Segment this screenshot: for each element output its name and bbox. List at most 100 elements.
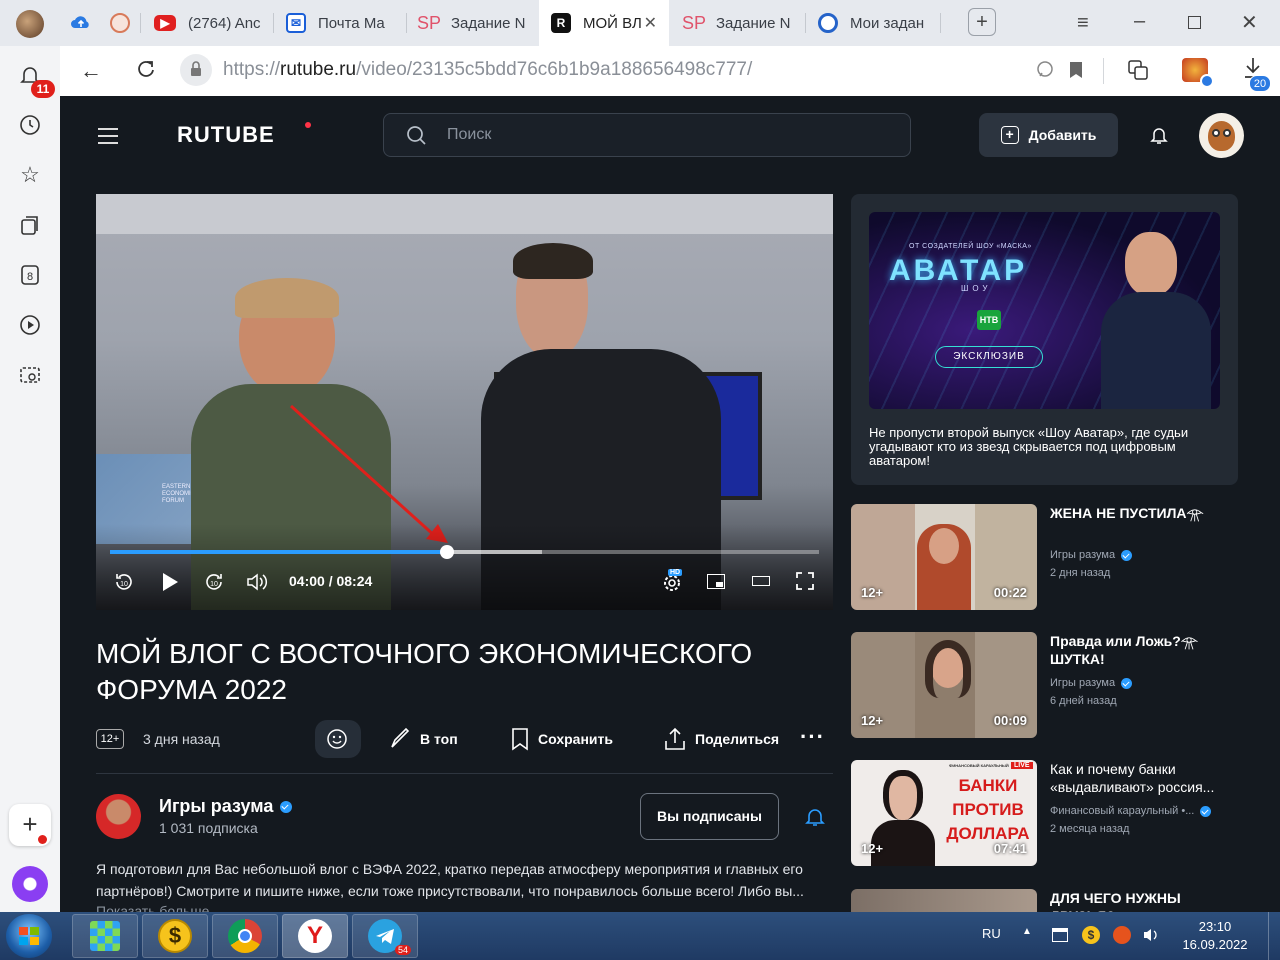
alice-assistant-icon[interactable] xyxy=(12,866,48,902)
channel-label[interactable]: Финансовый караульный •... xyxy=(1050,805,1212,817)
more-options-icon[interactable]: ··· xyxy=(800,724,825,750)
divider xyxy=(1103,58,1104,84)
taskbar-chrome[interactable] xyxy=(212,914,278,958)
verified-badge-icon xyxy=(1200,805,1212,817)
comments-icon[interactable] xyxy=(1035,60,1055,85)
translate-icon[interactable] xyxy=(1126,58,1150,87)
reaction-button[interactable] xyxy=(315,720,361,758)
restore-icon[interactable] xyxy=(1188,16,1201,29)
video-thumbnail[interactable]: 12+ 00:09 xyxy=(851,632,1037,738)
suggested-video[interactable]: 12+ 00:22 ЖЕНА НЕ ПУСТИЛА𓁿 Игры разума 2… xyxy=(851,504,1241,610)
antivirus-icon[interactable] xyxy=(1113,926,1131,944)
video-thumbnail[interactable]: 12+ 00:22 xyxy=(851,504,1037,610)
show-more-link[interactable]: Показать больше xyxy=(96,903,209,912)
add-video-button[interactable]: + Добавить xyxy=(979,113,1118,157)
history-icon[interactable] xyxy=(17,112,43,138)
save-button[interactable]: Сохранить xyxy=(510,725,613,753)
forward-10-icon[interactable]: 10 xyxy=(204,572,224,597)
zen-icon[interactable]: 8 xyxy=(17,262,43,288)
lock-icon[interactable] xyxy=(180,54,212,86)
search-box[interactable]: Поиск xyxy=(383,113,911,157)
tab-youtube[interactable]: ▶ (2764) Anc xyxy=(142,0,272,46)
promo-banner[interactable]: ОТ СОЗДАТЕЛЕЙ ШОУ «МАСКА» АВАТАР ШОУ НТВ… xyxy=(869,212,1220,409)
downloads-badge: 20 xyxy=(1249,75,1271,92)
clock[interactable]: 23:10 16.09.2022 xyxy=(1170,918,1260,954)
url-field[interactable]: https://rutube.ru/video/23135c5bdd76c6b1… xyxy=(223,59,752,81)
subscribed-button[interactable]: Вы подписаны xyxy=(640,793,779,840)
pinned-tab-icon[interactable] xyxy=(110,13,130,33)
show-desktop-button[interactable] xyxy=(1268,912,1280,960)
new-tab-button[interactable]: + xyxy=(968,8,996,36)
settings-gear-icon[interactable] xyxy=(661,572,683,599)
menu-icon[interactable]: ≡ xyxy=(1077,12,1089,35)
channel-bell-icon[interactable] xyxy=(804,806,826,833)
progress-handle[interactable] xyxy=(439,545,454,559)
start-button[interactable] xyxy=(6,914,52,958)
bookmark-icon[interactable] xyxy=(1068,60,1084,85)
suggested-video[interactable]: ФИНАНСОВЫЙ КАРАУЛЬНЫЙ LIVE БАНКИ ПРОТИВ … xyxy=(851,760,1241,866)
tab-rutube-active[interactable]: R МОЙ ВЛ ✕ xyxy=(539,0,669,46)
money-tray-icon[interactable]: $ xyxy=(1082,926,1100,944)
collections-icon[interactable] xyxy=(17,212,43,238)
promo-exclusive: ЭКСКЛЮЗИВ xyxy=(935,346,1043,368)
controls-gradient xyxy=(96,524,833,610)
back-icon[interactable]: ← xyxy=(80,58,102,84)
volume-icon[interactable] xyxy=(246,572,270,597)
bookmarks-star-icon[interactable]: ☆ xyxy=(17,162,43,188)
share-button[interactable]: Поделиться xyxy=(663,725,779,753)
channel-name[interactable]: Игры разума xyxy=(159,796,293,817)
suggested-video[interactable]: 12+ 00:09 Правда или Ложь?𓁿 ШУТКА! Игры … xyxy=(851,632,1241,738)
channel-avatar[interactable] xyxy=(96,794,141,839)
channel-label[interactable]: Игры разума xyxy=(1050,549,1133,561)
promo-card[interactable]: ОТ СОЗДАТЕЛЕЙ ШОУ «МАСКА» АВАТАР ШОУ НТВ… xyxy=(851,194,1238,485)
volume-tray-icon[interactable] xyxy=(1143,927,1159,948)
show-hidden-icons[interactable]: ▲ xyxy=(1022,926,1032,937)
video-thumbnail[interactable] xyxy=(851,889,1037,912)
close-window-icon[interactable]: ✕ xyxy=(1241,10,1258,35)
close-tab-icon[interactable]: ✕ xyxy=(644,13,657,33)
windows-taskbar: $ Y 54 RU ▲ $ 23:10 16.09.2022 xyxy=(0,912,1280,960)
thumb-hair xyxy=(925,640,971,698)
cloud-upload-icon[interactable] xyxy=(70,12,92,34)
top-button[interactable]: В топ xyxy=(388,725,458,753)
user-avatar[interactable] xyxy=(1199,113,1244,158)
divider xyxy=(96,773,833,774)
screenshot-icon[interactable] xyxy=(17,362,43,388)
taskbar-money-app[interactable]: $ xyxy=(142,914,208,958)
taskbar-yandex-browser[interactable]: Y xyxy=(282,914,348,958)
minimize-icon[interactable]: – xyxy=(1134,10,1145,33)
video-thumbnail[interactable]: ФИНАНСОВЫЙ КАРАУЛЬНЫЙ LIVE БАНКИ ПРОТИВ … xyxy=(851,760,1037,866)
tab-task-2[interactable]: SP Задание N xyxy=(672,0,802,46)
taskbar-app-icon[interactable] xyxy=(72,914,138,958)
video-title: ДЛЯ ЧЕГО НУЖНЫ ДРУЗЬЯ?𓁿 xyxy=(1050,890,1181,912)
rutube-logo[interactable]: RUTUBE xyxy=(177,122,275,148)
tab-task-1[interactable]: SP Задание N xyxy=(407,0,537,46)
top-label: В топ xyxy=(420,731,458,747)
fullscreen-icon[interactable] xyxy=(796,572,814,595)
theater-mode-icon[interactable] xyxy=(752,576,770,586)
tab-my-tasks[interactable]: Мои задан xyxy=(806,0,936,46)
language-indicator[interactable]: RU xyxy=(982,926,1001,941)
youtube-icon: ▶ xyxy=(154,15,176,31)
tab-label: МОЙ ВЛ xyxy=(583,14,642,32)
video-title: Как и почему банки «выдавливают» россия.… xyxy=(1050,761,1215,795)
taskbar-telegram[interactable]: 54 xyxy=(352,914,418,958)
notifications-bell-icon[interactable] xyxy=(1149,125,1169,150)
video-player[interactable]: EASTERN ECONOMIC FORUM 10 10 04:00 / 08:… xyxy=(96,194,833,610)
tab-mail[interactable]: ✉ Почта Ma xyxy=(274,0,404,46)
miniplayer-icon[interactable] xyxy=(707,574,725,589)
progress-bar-track[interactable] xyxy=(110,545,819,559)
channel-label[interactable]: Игры разума xyxy=(1050,677,1133,689)
ntv-logo: НТВ xyxy=(977,310,1001,330)
profile-avatar[interactable] xyxy=(16,10,44,38)
tab-label: Задание N xyxy=(716,14,791,32)
hamburger-menu-icon[interactable] xyxy=(98,128,118,144)
reload-icon[interactable] xyxy=(134,58,156,85)
network-icon[interactable] xyxy=(1052,928,1068,942)
age-rating: 12+ xyxy=(861,713,884,728)
play-icon[interactable] xyxy=(161,572,179,597)
suggested-video[interactable]: ДЛЯ ЧЕГО НУЖНЫ ДРУЗЬЯ?𓁿 xyxy=(851,889,1241,912)
video-play-icon[interactable] xyxy=(17,312,43,338)
verified-badge-icon xyxy=(1121,549,1133,561)
rewind-10-icon[interactable]: 10 xyxy=(114,572,134,597)
